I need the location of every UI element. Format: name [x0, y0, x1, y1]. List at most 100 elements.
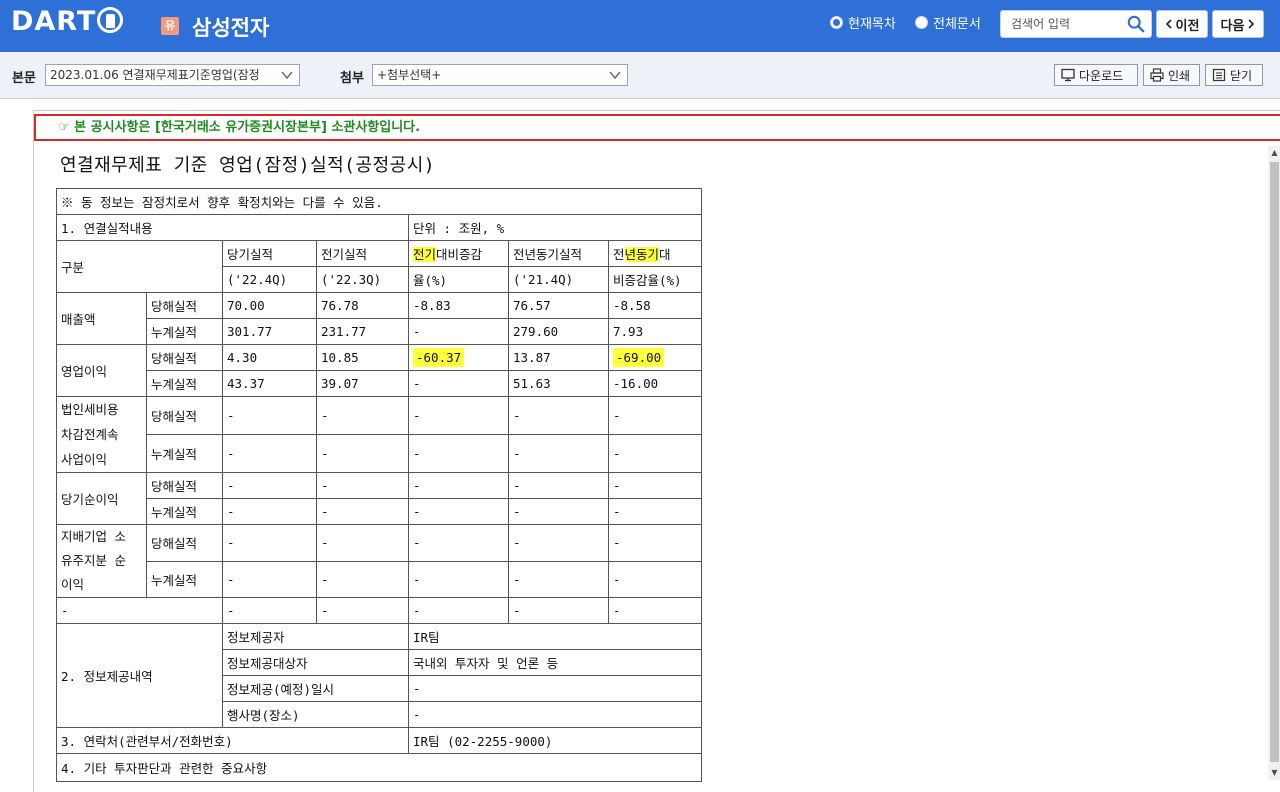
row-type: 누계실적 — [146, 318, 223, 345]
cell-value: 13.87 — [508, 344, 609, 371]
cell-value: - — [316, 472, 409, 499]
cell-value: 51.63 — [508, 370, 609, 397]
row-group-label: 당기순이익 — [56, 472, 147, 525]
cell-value: - — [408, 560, 509, 598]
contact-value: IR팀 (02-2255-9000) — [408, 727, 702, 754]
table-row: 법인세비용 차감전계속 사업이익 당해실적 - - - - - — [56, 396, 702, 473]
main-doc-label: 본문 — [12, 71, 36, 86]
header-qoq: 전기대비증감 — [408, 240, 509, 267]
cell-value: - — [508, 524, 609, 562]
row-type: 누계실적 — [146, 370, 223, 397]
radio-current-label: 현재목차 — [848, 17, 896, 32]
cell-value: - — [316, 498, 409, 525]
table-row: 4. 기타 투자판단과 관련한 중요사항 — [56, 753, 702, 782]
cell-value-highlighted: -60.37 — [408, 344, 509, 371]
next-button[interactable]: 다음 — [1212, 10, 1264, 38]
attach-label: 첨부 — [340, 71, 364, 86]
info-label: 정보제공대상자 — [222, 649, 409, 676]
cell-value: -8.83 — [408, 292, 509, 319]
row-type: 당해실적 — [146, 344, 223, 371]
print-button[interactable]: 인쇄 — [1143, 64, 1200, 86]
scroll-down-icon[interactable]: ▼ — [1268, 766, 1280, 780]
cell-value: - — [408, 472, 509, 499]
cell-value: 4.30 — [222, 344, 317, 371]
chevron-down-icon — [281, 69, 293, 81]
cell-value: - — [222, 498, 317, 525]
cell-value: - — [608, 597, 702, 624]
main-doc-select[interactable]: 2023.01.06 연결재무제표기준영업(잠정 — [45, 64, 300, 86]
close-button[interactable]: 닫기 — [1205, 64, 1263, 86]
cell-value: - — [316, 434, 409, 473]
main-doc-select-value: 2023.01.06 연결재무제표기준영업(잠정 — [50, 68, 260, 82]
row-group-label: 법인세비용 차감전계속 사업이익 — [56, 396, 147, 473]
cell-value: - — [508, 472, 609, 499]
cell-value: - — [408, 524, 509, 562]
document-title: 연결재무제표 기준 영업(잠정)실적(공정공시) — [60, 155, 436, 176]
earnings-table: ※ 동 정보는 잠정치로서 향후 확정치와는 다를 수 있음. 1. 연결실적내… — [56, 188, 702, 782]
cell-value-highlighted: -69.00 — [608, 344, 702, 371]
cell-value: - — [316, 524, 409, 562]
table-row: 누계실적 - - - - - — [57, 498, 702, 525]
radio-current-toc[interactable]: 현재목차 — [830, 13, 896, 32]
prev-button[interactable]: 이전 — [1156, 10, 1208, 38]
search-icon[interactable] — [1127, 15, 1145, 33]
cell-value: - — [408, 396, 509, 435]
cell-value: 70.00 — [222, 292, 317, 319]
table-row: 영업이익 당해실적 4.30 10.85 -60.37 13.87 -69.00 — [56, 344, 702, 397]
cell-value: - — [608, 396, 702, 435]
logo-text: DART — [11, 6, 97, 37]
cell-value: - — [222, 597, 317, 624]
row-group-label: 지배기업 소 유주지분 순 이익 — [56, 524, 147, 598]
corp-market-badge: 유 — [161, 17, 179, 35]
cell-value: - — [508, 396, 609, 435]
cell-value: 7.93 — [608, 318, 702, 345]
header-yoy-rate: 전년전동기대 — [608, 240, 702, 267]
info-label: 정보제공자 — [222, 623, 409, 650]
search-box — [1000, 10, 1152, 38]
cell-value: 279.60 — [508, 318, 609, 345]
row-group-label: 영업이익 — [56, 344, 147, 397]
cell-value: - — [408, 318, 509, 345]
section4-title: 4. 기타 투자판단과 관련한 중요사항 — [56, 753, 702, 782]
radio-full-document[interactable]: 전체문서 — [915, 13, 981, 32]
vertical-scrollbar[interactable]: ▲ ▼ — [1268, 146, 1280, 780]
table-row: - - - - - - — [56, 597, 702, 624]
cell-value: - — [316, 597, 409, 624]
download-button[interactable]: 다운로드 — [1054, 64, 1138, 86]
row-type: 당해실적 — [146, 472, 223, 499]
chevron-down-icon — [609, 71, 621, 80]
header-qoq-unit: 율(%) — [408, 266, 509, 293]
cell-value: - — [222, 472, 317, 499]
table-row: 2. 정보제공내역 정보제공자 IR팀 — [56, 623, 702, 728]
scroll-up-icon[interactable]: ▲ — [1268, 146, 1280, 160]
cell-value: 231.77 — [316, 318, 409, 345]
cell-value: 39.07 — [316, 370, 409, 397]
radio-checked-icon[interactable] — [830, 16, 843, 29]
chevron-left-icon — [1165, 19, 1172, 29]
cell-value: - — [608, 434, 702, 473]
cell-value: - — [608, 560, 702, 598]
search-input[interactable] — [1001, 11, 1125, 37]
table-row: 누계실적 - - - - - — [57, 560, 702, 598]
corp-name: 삼성전자 — [192, 16, 270, 40]
info-value: - — [408, 675, 702, 702]
radio-unchecked-icon[interactable] — [915, 16, 928, 29]
cell-value: 10.85 — [316, 344, 409, 371]
print-label: 인쇄 — [1168, 68, 1191, 83]
cell-value: - — [608, 498, 702, 525]
row-type: 당해실적 — [146, 524, 223, 562]
info-label: 정보제공(예정)일시 — [222, 675, 409, 702]
table-row: 누계실적 301.77 231.77 - 279.60 7.93 — [57, 318, 702, 345]
row-group-label: 매출액 — [56, 292, 147, 345]
table-row: 지배기업 소 유주지분 순 이익 당해실적 - - - - - — [56, 524, 702, 598]
scroll-thumb[interactable] — [1270, 162, 1279, 762]
attach-select[interactable]: +첨부선택+ — [372, 64, 628, 86]
info-value: 국내외 투자자 및 언론 등 — [408, 649, 702, 676]
info-value: IR팀 — [408, 623, 702, 650]
header-yoy: 전년동기실적 — [508, 240, 609, 267]
disclaimer: ※ 동 정보는 잠정치로서 향후 확정치와는 다를 수 있음. — [56, 188, 702, 215]
cell-value: - — [316, 560, 409, 598]
cell-value: - — [408, 597, 509, 624]
unit-label: 단위 : 조원, % — [408, 214, 702, 241]
dart-logo[interactable]: DART — [11, 6, 124, 42]
